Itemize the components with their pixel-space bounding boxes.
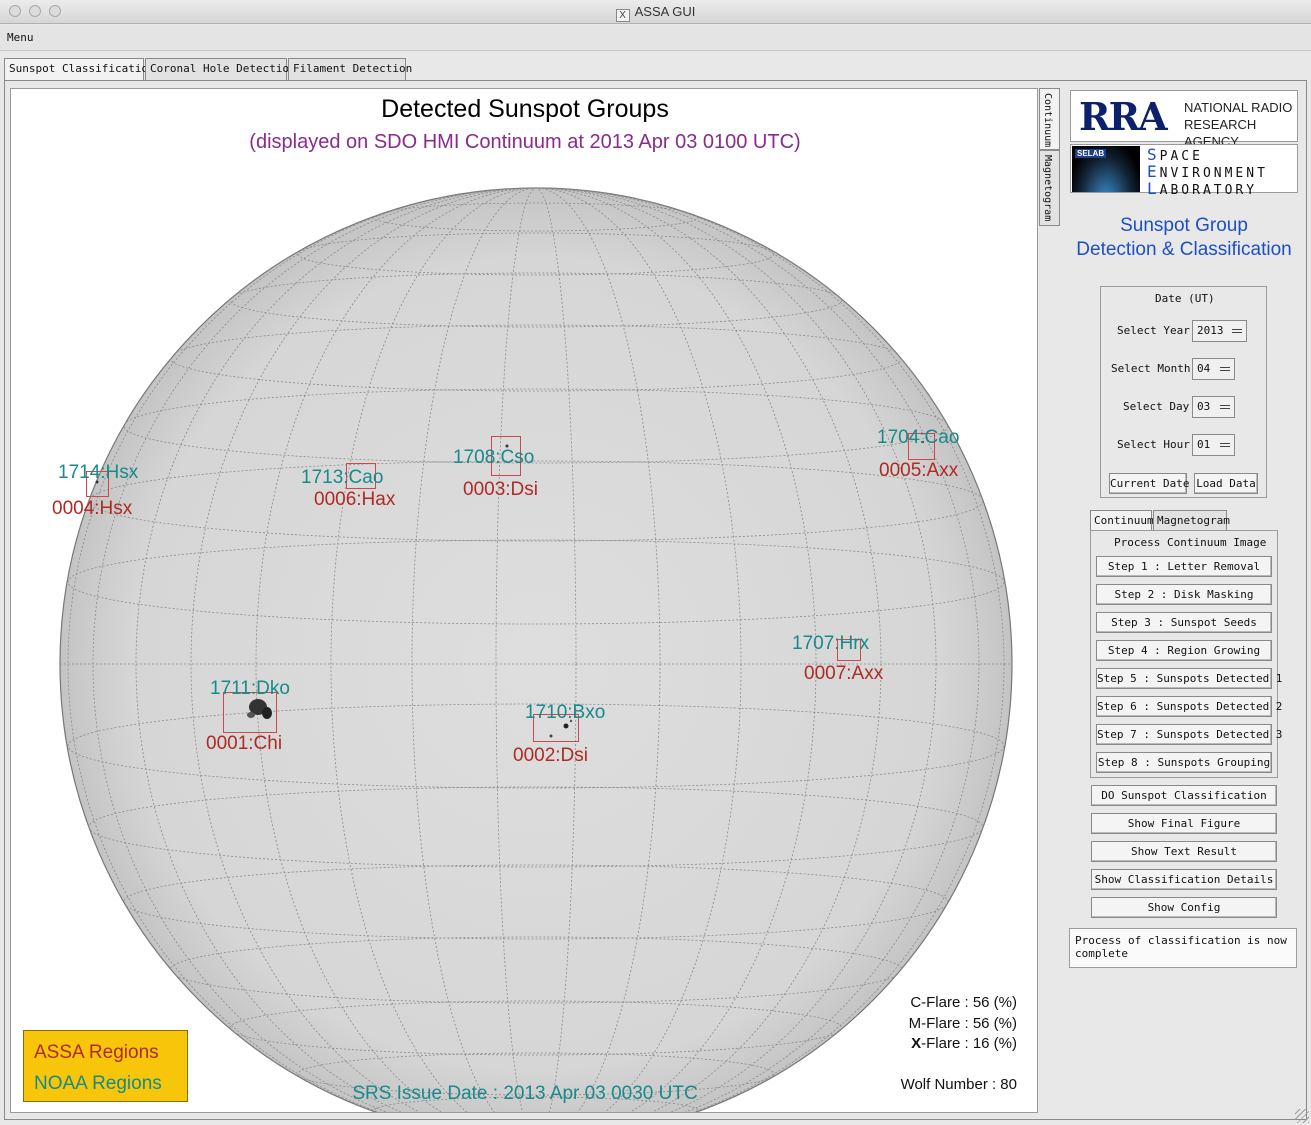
menu-button[interactable]: Menu bbox=[7, 31, 34, 44]
legend-assa-regions: ASSA Regions bbox=[34, 1042, 159, 1063]
assa-region-label: 0006:Hax bbox=[314, 489, 396, 510]
m-flare-letter: M bbox=[908, 1015, 922, 1032]
rra-logo-name: NATIONAL RADIO RESEARCH AGENCY bbox=[1184, 99, 1297, 150]
sel-line-3-initial: L bbox=[1147, 179, 1160, 198]
sel-line-3: ABORATORY bbox=[1159, 183, 1258, 198]
m-flare-probability: M-Flare : 56 (%) bbox=[909, 1015, 1017, 1032]
select-month-value: 04 bbox=[1197, 362, 1211, 375]
side-title-line-1: Sunspot Group bbox=[1120, 215, 1248, 236]
window-title-text: ASSA GUI bbox=[634, 4, 696, 19]
step-8-sunspots-grouping-button[interactable]: Step 8 : Sunspots Grouping bbox=[1096, 752, 1272, 773]
noaa-region-label: 1714:Hsx bbox=[58, 462, 139, 483]
x-flare-letter: X bbox=[911, 1035, 922, 1052]
select-day-value: 03 bbox=[1197, 400, 1211, 413]
resize-grip-icon[interactable] bbox=[1295, 1109, 1309, 1123]
select-day-label: Select Day bbox=[1123, 400, 1190, 413]
load-data-button[interactable]: Load Data bbox=[1194, 473, 1258, 494]
dropdown-icon bbox=[1232, 329, 1242, 333]
sunspot-display: Detected Sunspot Groups (displayed on SD… bbox=[10, 88, 1038, 1113]
m-flare-text: -Flare : 56 (%) bbox=[921, 1015, 1017, 1032]
dropdown-icon bbox=[1220, 367, 1230, 371]
sel-line-1: PACE bbox=[1159, 149, 1203, 164]
assa-region-label: 0003:Dsi bbox=[463, 479, 538, 500]
tab-sunspot-classification[interactable]: Sunspot Classification bbox=[4, 58, 155, 81]
noaa-region-label: 1710:Bxo bbox=[525, 702, 606, 723]
select-year-label: Select Year bbox=[1117, 324, 1190, 337]
step-5-sunspots-detected-1-button[interactable]: Step 5 : Sunspots Detected 1 bbox=[1096, 668, 1282, 689]
noaa-region-label: 1711:Dko bbox=[210, 678, 290, 699]
step-1-letter-removal-button[interactable]: Step 1 : Letter Removal bbox=[1096, 556, 1272, 577]
x-flare-probability: X-Flare : 16 (%) bbox=[911, 1035, 1017, 1052]
assa-region-label: 0007:Axx bbox=[804, 663, 884, 684]
noaa-region-label: 1708:Cso bbox=[453, 447, 535, 468]
current-date-button[interactable]: Current Date bbox=[1109, 473, 1189, 494]
select-month-label: Select Month bbox=[1111, 362, 1191, 375]
assa-region-label: 0004:Hsx bbox=[52, 498, 133, 519]
select-hour-dropdown[interactable]: 01 bbox=[1192, 434, 1235, 456]
vertical-tab-magnetogram-label: Magnetogram bbox=[1042, 155, 1053, 222]
assa-region-label: 0005:Axx bbox=[879, 460, 959, 481]
subtab-magnetogram[interactable]: Magnetogram bbox=[1153, 510, 1230, 531]
rra-name-line-1: NATIONAL RADIO bbox=[1184, 100, 1293, 115]
selab-logo-text: SPACE ENVIRONMENT LABORATORY bbox=[1147, 147, 1268, 199]
subtab-continuum[interactable]: Continuum bbox=[1090, 510, 1154, 531]
dropdown-icon bbox=[1220, 443, 1230, 447]
assa-region-label: 0002:Dsi bbox=[513, 745, 588, 766]
region-legend: ASSA Regions NOAA Regions bbox=[23, 1030, 188, 1102]
select-month-dropdown[interactable]: 04 bbox=[1192, 358, 1235, 380]
vertical-tab-continuum-label: Continuum bbox=[1042, 93, 1053, 148]
select-hour-value: 01 bbox=[1197, 438, 1211, 451]
vertical-tab-continuum[interactable]: Continuum bbox=[1039, 88, 1060, 150]
window-title-bar: X ASSA GUI bbox=[0, 0, 1311, 24]
side-title-line-2: Detection & Classification bbox=[1076, 239, 1292, 260]
noaa-region-label: 1704:Cao bbox=[877, 427, 960, 448]
vertical-tab-magnetogram[interactable]: Magnetogram bbox=[1039, 150, 1060, 226]
rra-logo: RRA NATIONAL RADIO RESEARCH AGENCY bbox=[1070, 90, 1298, 149]
select-year-dropdown[interactable]: 2013 bbox=[1192, 320, 1247, 342]
select-year-value: 2013 bbox=[1197, 324, 1224, 337]
selab-logo-image: SELAB bbox=[1072, 146, 1140, 192]
step-7-sunspots-detected-3-button[interactable]: Step 7 : Sunspots Detected 3 bbox=[1096, 724, 1282, 745]
side-panel-title: Sunspot Group Detection & Classification bbox=[1062, 214, 1306, 262]
date-panel-title: Date (UT) bbox=[1155, 292, 1215, 305]
select-day-dropdown[interactable]: 03 bbox=[1192, 396, 1235, 418]
solar-disk-image bbox=[59, 187, 1013, 1112]
process-panel-title: Process Continuum Image bbox=[1114, 536, 1267, 549]
date-panel bbox=[1100, 286, 1267, 498]
select-hour-label: Select Hour bbox=[1117, 438, 1190, 451]
x11-icon: X bbox=[615, 9, 630, 22]
noaa-region-label: 1707:Hrx bbox=[792, 633, 870, 654]
window-title: X ASSA GUI bbox=[0, 4, 1311, 22]
sel-line-2: NVIRONMENT bbox=[1159, 166, 1268, 181]
noaa-region-label: 1713:Cao bbox=[301, 467, 384, 488]
x-flare-text: -Flare : 16 (%) bbox=[921, 1035, 1017, 1052]
dropdown-icon bbox=[1220, 405, 1230, 409]
c-flare-probability: C-Flare : 56 (%) bbox=[910, 994, 1017, 1011]
status-text-area[interactable]: Process of classification is now complet… bbox=[1069, 928, 1297, 968]
step-6-sunspots-detected-2-button[interactable]: Step 6 : Sunspots Detected 2 bbox=[1096, 696, 1282, 717]
rra-logo-mark: RRA bbox=[1079, 94, 1168, 139]
show-classification-details-button[interactable]: Show Classification Details bbox=[1091, 869, 1277, 890]
selab-tag: SELAB bbox=[1075, 149, 1107, 158]
selab-logo: SELAB SPACE ENVIRONMENT LABORATORY bbox=[1070, 144, 1298, 198]
menu-bar: Menu bbox=[0, 25, 1311, 51]
show-config-button[interactable]: Show Config bbox=[1091, 897, 1277, 918]
show-final-figure-button[interactable]: Show Final Figure bbox=[1091, 813, 1277, 834]
tab-coronal-hole-detection[interactable]: Coronal Hole Detection bbox=[145, 58, 296, 80]
assa-region-label: 0001:Chi bbox=[206, 733, 283, 754]
step-2-disk-masking-button[interactable]: Step 2 : Disk Masking bbox=[1096, 584, 1272, 605]
show-text-result-button[interactable]: Show Text Result bbox=[1091, 841, 1277, 862]
step-4-region-growing-button[interactable]: Step 4 : Region Growing bbox=[1096, 640, 1272, 661]
do-sunspot-classification-button[interactable]: DO Sunspot Classification bbox=[1091, 785, 1277, 806]
tab-filament-detection[interactable]: Filament Detection bbox=[288, 58, 412, 80]
legend-noaa-regions: NOAA Regions bbox=[34, 1073, 162, 1094]
step-3-sunspot-seeds-button[interactable]: Step 3 : Sunspot Seeds bbox=[1096, 612, 1272, 633]
